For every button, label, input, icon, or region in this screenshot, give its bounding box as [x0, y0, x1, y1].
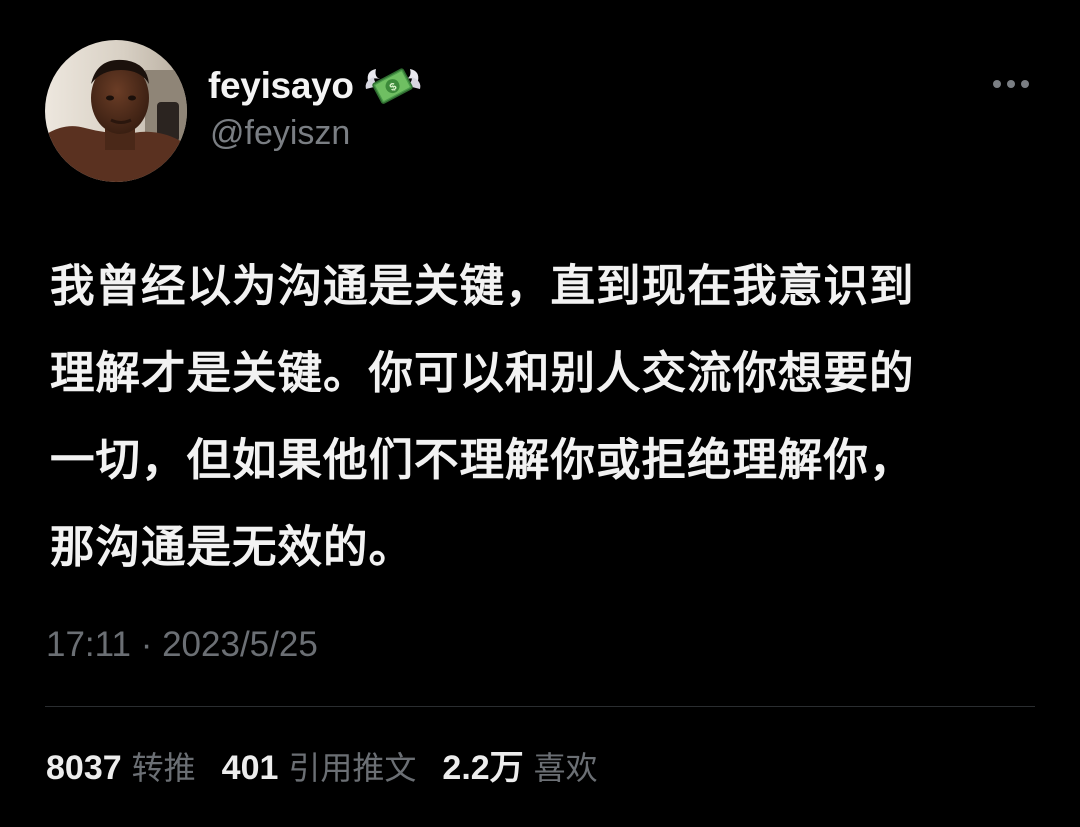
tweet-text: 我曾经以为沟通是关键，直到现在我意识到 理解才是关键。你可以和别人交流你想要的 … [50, 243, 1050, 591]
more-horizontal-icon [993, 80, 1029, 88]
quotes-label: 引用推文 [288, 749, 417, 787]
display-name[interactable]: feyisayo [208, 65, 354, 107]
tweet-card: feyisayo $ @feyiszn 我曾经以为沟通是关键，直到现在我意识到 … [0, 0, 1080, 827]
quotes-count: 401 [221, 749, 279, 787]
retweets-count: 8037 [46, 749, 122, 787]
engagement-stats: 8037 转推 401 引用推文 2.2万 喜欢 [46, 740, 624, 789]
avatar[interactable] [45, 40, 187, 182]
likes-stat[interactable]: 2.2万 喜欢 [442, 740, 597, 789]
avatar-image [45, 40, 187, 182]
user-handle[interactable]: @feyiszn [210, 114, 350, 153]
tweet-text-line: 理解才是关键。你可以和别人交流你想要的 [50, 347, 915, 399]
author-name-row: feyisayo $ [208, 62, 422, 110]
more-options-button[interactable] [986, 66, 1036, 102]
retweets-stat[interactable]: 8037 转推 [46, 743, 196, 789]
tweet-timestamp[interactable]: 17:11 · 2023/5/25 [46, 625, 318, 665]
quotes-stat[interactable]: 401 引用推文 [222, 743, 417, 789]
likes-label: 喜欢 [533, 749, 598, 787]
tweet-text-line: 一切，但如果他们不理解你或拒绝理解你， [50, 434, 915, 486]
divider [45, 706, 1035, 707]
likes-count: 2.2万 [442, 749, 524, 787]
money-with-wings-icon: $ [365, 68, 421, 104]
retweets-label: 转推 [131, 749, 196, 787]
tweet-text-line: 我曾经以为沟通是关键，直到现在我意识到 [50, 260, 915, 312]
tweet-text-line: 那沟通是无效的。 [50, 521, 415, 573]
